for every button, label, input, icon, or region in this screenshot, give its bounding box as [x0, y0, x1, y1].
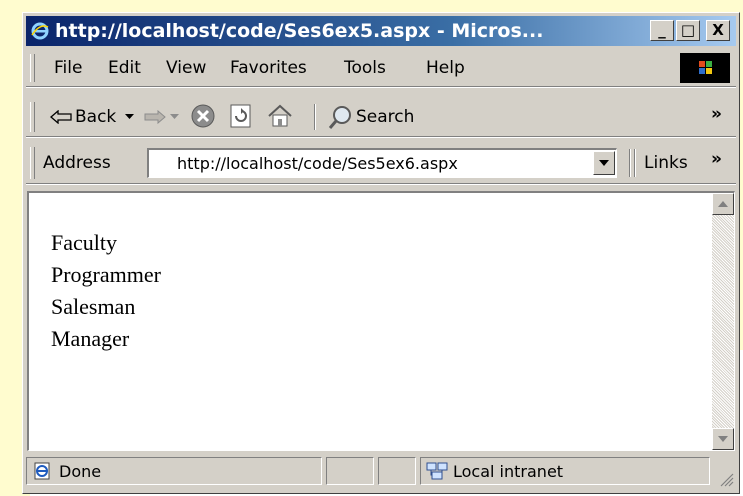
- close-button[interactable]: X: [706, 20, 730, 41]
- list-item: Faculty: [51, 230, 117, 255]
- windows-logo-icon: [680, 53, 730, 83]
- browser-window: http://localhost/code/Ses6ex5.aspx - Mic…: [22, 12, 740, 494]
- forward-dropdown-icon[interactable]: [170, 114, 179, 120]
- page-icon: [34, 462, 50, 480]
- search-icon[interactable]: [328, 104, 354, 130]
- ie-logo-icon: [31, 22, 49, 40]
- menu-grip[interactable]: [30, 54, 35, 82]
- title-bar[interactable]: http://localhost/code/Ses6ex5.aspx - Mic…: [26, 16, 736, 46]
- maximize-button[interactable]: □: [676, 20, 700, 41]
- stop-icon[interactable]: [190, 103, 216, 129]
- address-dropdown-button[interactable]: [593, 151, 615, 175]
- forward-arrow-icon[interactable]: [144, 110, 166, 124]
- status-pane-zone: Local intranet: [420, 457, 710, 485]
- status-text: Done: [59, 462, 102, 481]
- address-label: Address: [43, 153, 111, 173]
- menu-file[interactable]: File: [54, 58, 82, 78]
- status-bar: Done Local intranet: [26, 453, 736, 489]
- address-grip[interactable]: [30, 147, 35, 179]
- toolbar-more-chevron[interactable]: »: [711, 104, 722, 124]
- page-content: Faculty Programmer Salesman Manager: [27, 191, 735, 451]
- menu-bar: File Edit View Favorites Tools Help: [26, 50, 736, 87]
- toolbar-grip[interactable]: [30, 102, 35, 132]
- status-pane-security: [378, 457, 416, 485]
- links-separator: [629, 149, 631, 177]
- back-dropdown-icon[interactable]: [125, 114, 134, 120]
- scroll-up-button[interactable]: [712, 193, 734, 215]
- minimize-button[interactable]: _: [650, 20, 674, 41]
- vertical-scrollbar[interactable]: [712, 193, 734, 450]
- resize-grip-icon[interactable]: [720, 473, 734, 487]
- address-value[interactable]: http://localhost/code/Ses5ex6.aspx: [177, 154, 458, 173]
- standard-toolbar: Back Search »: [26, 98, 736, 137]
- list-item: Programmer: [51, 262, 161, 287]
- menu-favorites[interactable]: Favorites: [230, 58, 307, 78]
- search-button[interactable]: Search: [356, 107, 414, 127]
- address-input[interactable]: http://localhost/code/Ses5ex6.aspx: [147, 148, 617, 178]
- back-button[interactable]: Back: [75, 107, 116, 127]
- status-pane-progress: [326, 457, 374, 485]
- menu-edit[interactable]: Edit: [108, 58, 141, 78]
- chevron-down-icon: [718, 436, 728, 442]
- zone-text: Local intranet: [453, 462, 564, 481]
- toolbar-separator: [314, 104, 316, 130]
- item-list: Faculty Programmer Salesman Manager: [51, 227, 161, 355]
- address-toolbar: Address http://localhost/code/Ses5ex6.as…: [26, 143, 736, 184]
- menu-tools[interactable]: Tools: [344, 58, 386, 78]
- menu-view[interactable]: View: [166, 58, 206, 78]
- scroll-down-button[interactable]: [712, 428, 734, 450]
- list-item: Salesman: [51, 294, 136, 319]
- chevron-down-icon: [599, 160, 609, 166]
- list-item: Manager: [51, 326, 130, 351]
- local-intranet-icon: [426, 462, 448, 480]
- links-grip[interactable]: [634, 149, 636, 177]
- chevron-up-icon: [718, 201, 728, 207]
- status-pane-main: Done: [26, 457, 322, 485]
- menu-help[interactable]: Help: [426, 58, 465, 78]
- links-button[interactable]: Links: [644, 153, 688, 173]
- home-icon[interactable]: [266, 103, 294, 129]
- window-title: http://localhost/code/Ses6ex5.aspx - Mic…: [55, 20, 544, 42]
- back-arrow-icon[interactable]: [50, 110, 72, 124]
- links-more-chevron[interactable]: »: [711, 149, 722, 169]
- refresh-icon[interactable]: [228, 103, 254, 129]
